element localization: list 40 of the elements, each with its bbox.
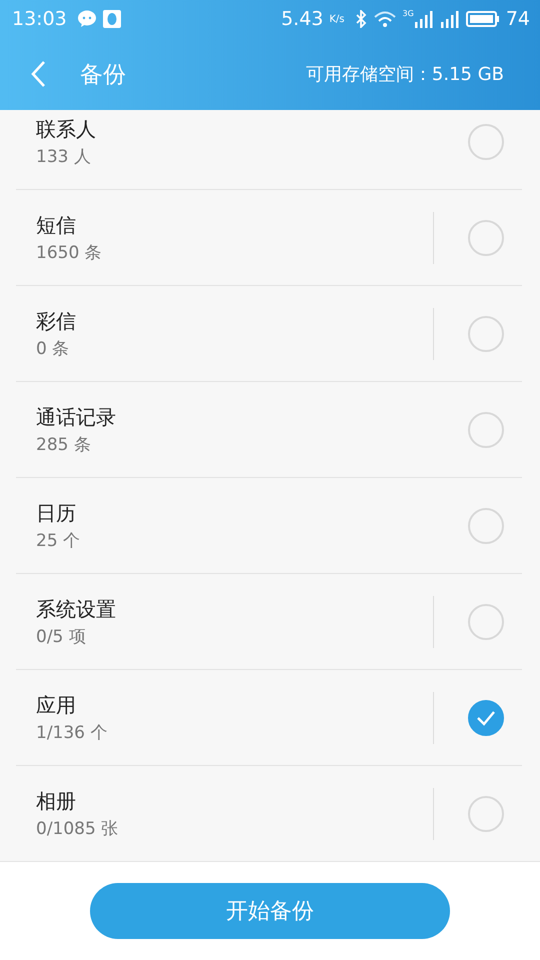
list-row[interactable]: 日历 25 个	[16, 478, 522, 574]
item-name: 应用	[36, 692, 77, 718]
item-count: 25 个	[36, 530, 82, 552]
item-name: 日历	[36, 500, 77, 526]
item-count: 0/1085 张	[36, 818, 120, 840]
signal-icon	[440, 10, 460, 28]
item-name: 短信	[36, 212, 77, 238]
back-button[interactable]	[30, 60, 46, 88]
list-row[interactable]: 联系人 133 人	[16, 110, 522, 190]
item-name: 系统设置	[36, 596, 117, 622]
bluetooth-icon	[354, 10, 367, 28]
status-time: 13:03	[12, 8, 67, 30]
item-name: 彩信	[36, 308, 77, 334]
list-row[interactable]: 应用 1/136 个	[16, 670, 522, 766]
storage-info: 可用存储空间：5.15 GB	[306, 63, 504, 86]
page-title: 备份	[80, 60, 126, 90]
item-name: 联系人	[36, 116, 97, 143]
item-count: 0 条	[36, 338, 70, 360]
signal-icon	[414, 10, 434, 28]
item-count: 1/136 个	[36, 722, 108, 744]
wifi-icon	[372, 10, 397, 28]
item-name: 通话记录	[36, 404, 117, 430]
list-row[interactable]: 系统设置 0/5 项	[16, 574, 522, 670]
battery-level: 74	[506, 8, 530, 30]
network-speed: 5.43	[281, 8, 324, 30]
speed-unit: K/s	[329, 14, 345, 24]
list-row[interactable]: 短信 1650 条	[16, 190, 522, 286]
select-checkbox[interactable]	[468, 700, 504, 736]
chat-bubble-icon	[76, 10, 97, 28]
network-type: 3G	[402, 9, 414, 18]
item-count: 0/5 项	[36, 626, 87, 648]
item-count: 1650 条	[36, 242, 103, 264]
item-count: 285 条	[36, 434, 92, 456]
list-row[interactable]: 通话记录 285 条	[16, 382, 522, 478]
item-name: 相册	[36, 788, 77, 814]
item-count: 133 人	[36, 146, 92, 168]
checkmark-icon	[476, 710, 496, 726]
battery-icon	[466, 10, 500, 28]
back-icon	[30, 60, 46, 88]
list-row[interactable]: 彩信 0 条	[16, 286, 522, 382]
